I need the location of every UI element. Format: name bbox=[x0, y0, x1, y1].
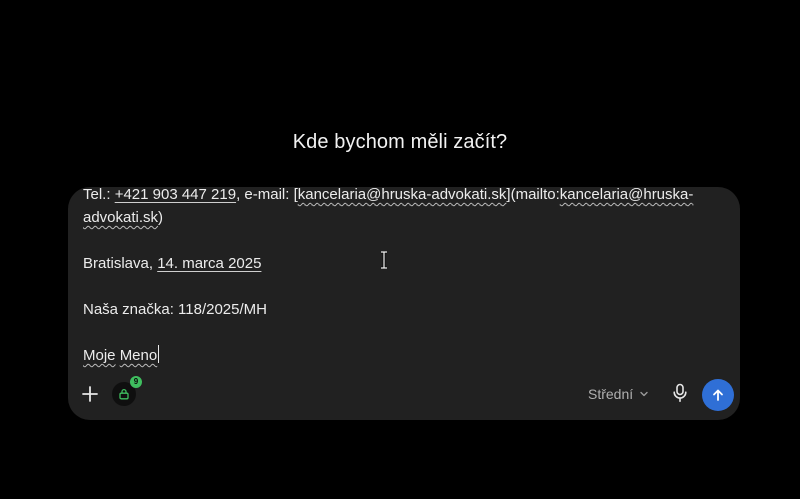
signature-word: Moje bbox=[83, 347, 116, 364]
text-fragment: Bratislava, bbox=[83, 255, 158, 272]
email-text: advokati.sk bbox=[83, 209, 159, 226]
text-fragment: ) bbox=[158, 209, 164, 226]
model-selector[interactable]: Střední bbox=[588, 386, 649, 402]
voice-input-button[interactable] bbox=[671, 383, 689, 403]
message-composer[interactable]: Tel.: +421 903 447 219, e-mail: [kancela… bbox=[68, 187, 740, 420]
text-cursor-icon bbox=[381, 251, 387, 269]
model-label: Střední bbox=[588, 386, 634, 402]
text-fragment: , e-mail: [ bbox=[236, 187, 298, 203]
tool-count-badge: 9 bbox=[130, 376, 142, 388]
chevron-down-icon bbox=[640, 391, 648, 397]
text-line-contact-wrap: advokati.sk) bbox=[83, 206, 723, 229]
email-text: kancelaria@hruska-advokati.sk bbox=[297, 187, 507, 203]
send-button[interactable] bbox=[702, 379, 734, 411]
arrow-up-icon bbox=[713, 389, 723, 401]
message-input[interactable]: Tel.: +421 903 447 219, e-mail: [kancela… bbox=[83, 187, 723, 372]
signature-word: Meno bbox=[119, 347, 158, 364]
plus-icon bbox=[82, 386, 98, 402]
composer-toolbar: 9 Střední bbox=[68, 374, 740, 420]
lock-icon bbox=[119, 388, 129, 400]
phone-link[interactable]: +421 903 447 219 bbox=[115, 187, 236, 203]
text-line-contact: Tel.: +421 903 447 219, e-mail: [kancela… bbox=[83, 187, 723, 206]
email-text: kancelaria@hruska- bbox=[559, 187, 694, 203]
text-caret bbox=[158, 345, 160, 363]
text-fragment: Tel.: bbox=[83, 187, 115, 203]
text-line-reference: Naša značka: 118/2025/MH bbox=[83, 301, 267, 318]
tools-button[interactable]: 9 bbox=[112, 376, 142, 406]
text-line-signature: Moje Meno bbox=[83, 344, 723, 367]
date-link[interactable]: 14. marca 2025 bbox=[157, 255, 261, 272]
text-line-date: Bratislava, 14. marca 2025 bbox=[83, 252, 723, 275]
text-fragment: ](mailto: bbox=[506, 187, 560, 203]
add-attachment-button[interactable] bbox=[80, 384, 100, 404]
microphone-icon bbox=[673, 383, 687, 402]
page-title: Kde bychom měli začít? bbox=[292, 131, 508, 153]
